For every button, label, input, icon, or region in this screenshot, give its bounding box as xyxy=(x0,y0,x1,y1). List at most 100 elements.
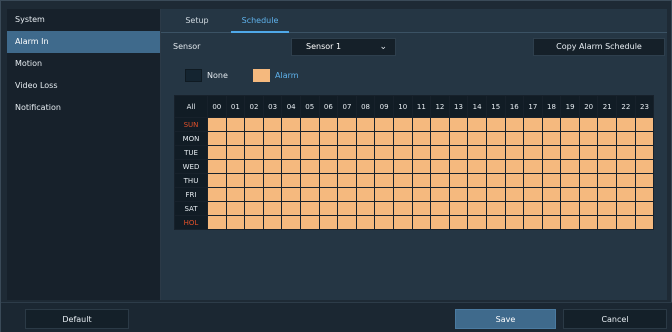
schedule-cell[interactable] xyxy=(523,117,543,132)
schedule-cell[interactable] xyxy=(523,215,543,230)
schedule-cell[interactable] xyxy=(616,131,636,146)
schedule-cell[interactable] xyxy=(392,117,413,132)
schedule-cell[interactable] xyxy=(281,145,301,160)
schedule-cell[interactable] xyxy=(262,159,283,174)
day-label-tue[interactable]: TUE xyxy=(174,145,208,160)
schedule-cell[interactable] xyxy=(299,145,320,160)
schedule-cell[interactable] xyxy=(299,187,320,202)
schedule-cell[interactable] xyxy=(355,145,376,160)
day-label-mon[interactable]: MON xyxy=(174,131,208,146)
schedule-cell[interactable] xyxy=(411,173,432,188)
schedule-cell[interactable] xyxy=(281,187,301,202)
hour-header-11[interactable]: 11 xyxy=(411,95,432,118)
schedule-cell[interactable] xyxy=(262,187,283,202)
schedule-cell[interactable] xyxy=(467,173,487,188)
sidebar-item-video-loss[interactable]: Video Loss xyxy=(7,75,160,97)
schedule-cell[interactable] xyxy=(299,117,320,132)
day-label-hol[interactable]: HOL xyxy=(174,215,208,230)
schedule-cell[interactable] xyxy=(578,201,599,216)
schedule-cell[interactable] xyxy=(355,117,376,132)
schedule-cell[interactable] xyxy=(411,117,432,132)
schedule-cell[interactable] xyxy=(337,187,357,202)
schedule-cell[interactable] xyxy=(392,173,413,188)
schedule-cell[interactable] xyxy=(597,215,618,230)
schedule-cell[interactable] xyxy=(430,117,450,132)
sensor-dropdown[interactable]: Sensor 1 ⌄ xyxy=(291,38,396,56)
schedule-cell[interactable] xyxy=(504,201,525,216)
schedule-cell[interactable] xyxy=(485,173,506,188)
hour-header-05[interactable]: 05 xyxy=(299,95,320,118)
schedule-cell[interactable] xyxy=(560,201,580,216)
schedule-cell[interactable] xyxy=(578,131,599,146)
schedule-cell[interactable] xyxy=(355,131,376,146)
hour-header-04[interactable]: 04 xyxy=(281,95,301,118)
schedule-cell[interactable] xyxy=(318,187,339,202)
schedule-cell[interactable] xyxy=(374,173,394,188)
schedule-cell[interactable] xyxy=(430,159,450,174)
schedule-cell[interactable] xyxy=(523,145,543,160)
schedule-cell[interactable] xyxy=(392,145,413,160)
schedule-cell[interactable] xyxy=(411,145,432,160)
schedule-cell[interactable] xyxy=(374,201,394,216)
schedule-cell[interactable] xyxy=(448,117,469,132)
day-label-thu[interactable]: THU xyxy=(174,173,208,188)
hour-header-16[interactable]: 16 xyxy=(504,95,525,118)
schedule-cell[interactable] xyxy=(374,131,394,146)
schedule-cell[interactable] xyxy=(597,145,618,160)
schedule-cell[interactable] xyxy=(318,117,339,132)
schedule-cell[interactable] xyxy=(374,117,394,132)
schedule-cell[interactable] xyxy=(355,159,376,174)
schedule-cell[interactable] xyxy=(523,201,543,216)
schedule-cell[interactable] xyxy=(560,187,580,202)
hour-header-17[interactable]: 17 xyxy=(523,95,543,118)
schedule-cell[interactable] xyxy=(299,201,320,216)
hour-header-23[interactable]: 23 xyxy=(634,95,655,118)
schedule-cell[interactable] xyxy=(207,173,227,188)
schedule-cell[interactable] xyxy=(299,159,320,174)
hour-header-13[interactable]: 13 xyxy=(448,95,469,118)
schedule-cell[interactable] xyxy=(467,187,487,202)
schedule-cell[interactable] xyxy=(355,215,376,230)
schedule-cell[interactable] xyxy=(318,173,339,188)
schedule-cell[interactable] xyxy=(281,215,301,230)
schedule-cell[interactable] xyxy=(337,159,357,174)
schedule-cell[interactable] xyxy=(411,215,432,230)
schedule-cell[interactable] xyxy=(244,131,264,146)
schedule-cell[interactable] xyxy=(616,201,636,216)
schedule-cell[interactable] xyxy=(355,201,376,216)
default-button[interactable]: Default xyxy=(25,309,129,329)
schedule-cell[interactable] xyxy=(578,215,599,230)
schedule-cell[interactable] xyxy=(578,117,599,132)
schedule-cell[interactable] xyxy=(523,187,543,202)
schedule-cell[interactable] xyxy=(616,173,636,188)
hour-header-12[interactable]: 12 xyxy=(430,95,450,118)
schedule-cell[interactable] xyxy=(560,117,580,132)
schedule-cell[interactable] xyxy=(225,117,246,132)
tab-schedule[interactable]: Schedule xyxy=(231,9,289,33)
schedule-cell[interactable] xyxy=(467,131,487,146)
schedule-cell[interactable] xyxy=(281,173,301,188)
schedule-cell[interactable] xyxy=(207,117,227,132)
schedule-cell[interactable] xyxy=(337,215,357,230)
schedule-cell[interactable] xyxy=(337,117,357,132)
sidebar-item-system[interactable]: System xyxy=(7,9,160,31)
schedule-cell[interactable] xyxy=(578,145,599,160)
schedule-cell[interactable] xyxy=(541,145,562,160)
copy-alarm-schedule-button[interactable]: Copy Alarm Schedule xyxy=(533,38,665,56)
schedule-cell[interactable] xyxy=(597,173,618,188)
schedule-cell[interactable] xyxy=(597,131,618,146)
schedule-cell[interactable] xyxy=(448,187,469,202)
schedule-cell[interactable] xyxy=(262,173,283,188)
schedule-cell[interactable] xyxy=(634,215,655,230)
schedule-cell[interactable] xyxy=(485,215,506,230)
hour-header-06[interactable]: 06 xyxy=(318,95,339,118)
schedule-cell[interactable] xyxy=(467,159,487,174)
schedule-cell[interactable] xyxy=(430,187,450,202)
schedule-cell[interactable] xyxy=(281,117,301,132)
schedule-cell[interactable] xyxy=(430,173,450,188)
schedule-cell[interactable] xyxy=(634,173,655,188)
schedule-cell[interactable] xyxy=(448,201,469,216)
schedule-cell[interactable] xyxy=(262,131,283,146)
schedule-cell[interactable] xyxy=(337,145,357,160)
schedule-cell[interactable] xyxy=(523,159,543,174)
